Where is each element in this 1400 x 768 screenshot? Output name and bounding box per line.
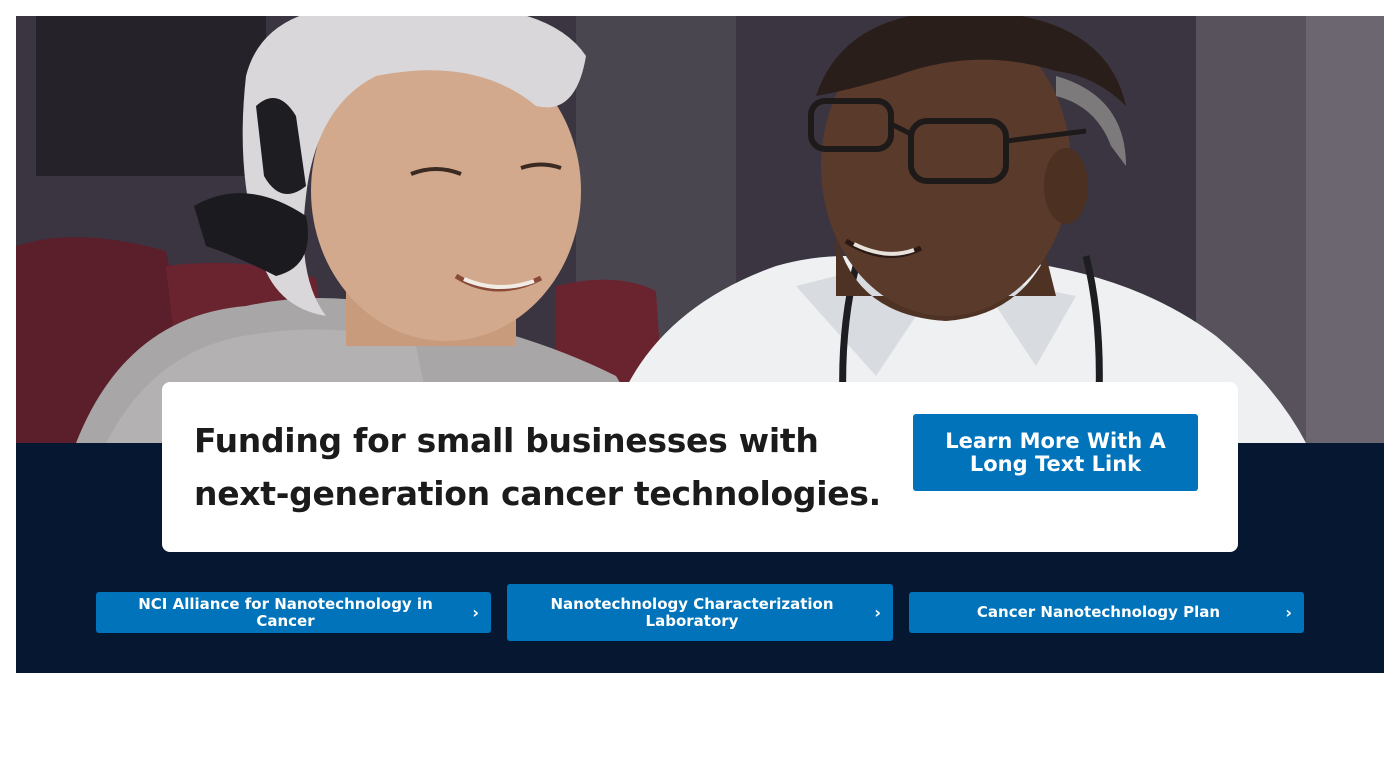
link-label: Cancer Nanotechnology Plan xyxy=(976,603,1221,621)
feature-title: Funding for small businesses with next-g… xyxy=(194,421,881,513)
learn-more-button[interactable]: Learn More With A Long Text Link xyxy=(913,414,1198,491)
link-label: NCI Alliance for Nanotechnology in Cance… xyxy=(138,594,433,630)
link-nanotechnology-plan[interactable]: Cancer Nanotechnology Plan › xyxy=(909,592,1304,633)
link-characterization-lab[interactable]: Nanotechnology Characterization Laborato… xyxy=(507,584,893,641)
chevron-right-icon: › xyxy=(874,602,881,622)
feature-card: Funding for small businesses with next-g… xyxy=(162,382,1238,552)
chevron-right-icon: › xyxy=(472,602,479,622)
hero-photo xyxy=(16,16,1384,443)
link-label: Nanotechnology Characterization Laborato… xyxy=(550,594,834,630)
link-nci-alliance[interactable]: NCI Alliance for Nanotechnology in Cance… xyxy=(96,592,491,633)
hero-section: Funding for small businesses with next-g… xyxy=(16,16,1384,673)
quick-links: NCI Alliance for Nanotechnology in Cance… xyxy=(96,584,1304,641)
chevron-right-icon: › xyxy=(1285,602,1292,622)
